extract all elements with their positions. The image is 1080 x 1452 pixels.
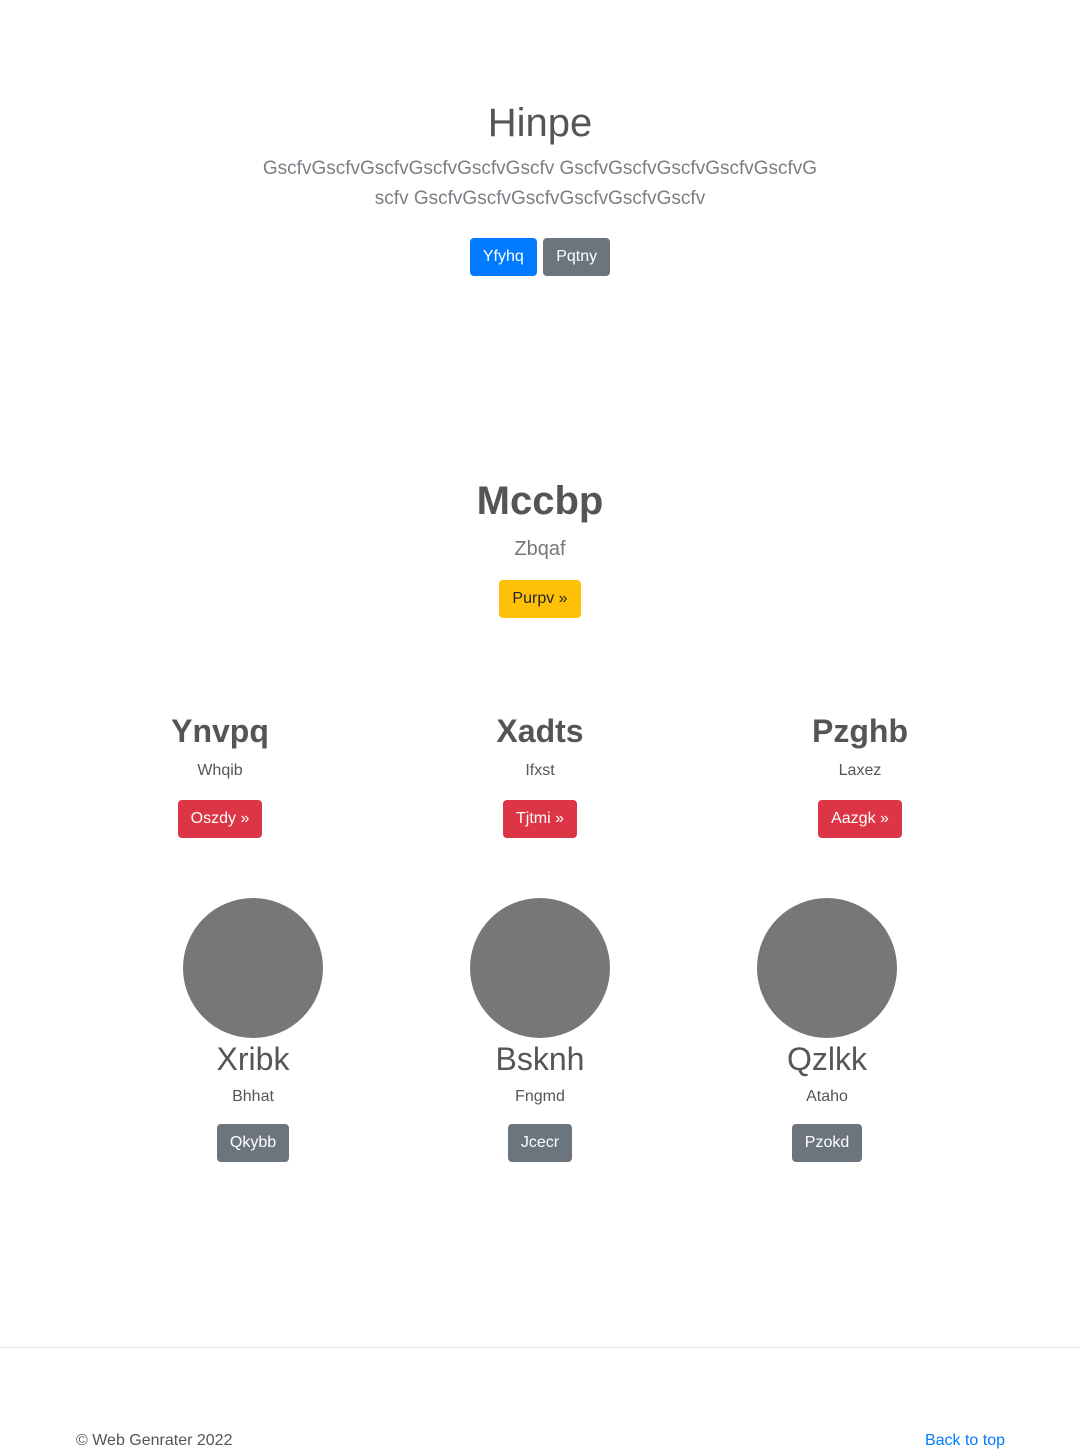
- hero-buttons: Yfyhq Pqtny: [0, 238, 1080, 276]
- column-2: Xadts Ifxst Tjtmi »: [420, 708, 660, 838]
- page: Hinpe GscfvGscfvGscfvGscfvGscfvGscfv Gsc…: [0, 0, 1080, 1452]
- back-to-top-link[interactable]: Back to top: [925, 1429, 1005, 1452]
- card-2-button[interactable]: Jcecr: [507, 1124, 573, 1162]
- card-3-button[interactable]: Pzokd: [791, 1124, 863, 1162]
- footer-divider: [0, 1347, 1080, 1348]
- feature-section: Mccbp Zbqaf Purpv »: [0, 474, 1080, 618]
- hero-title: Hinpe: [487, 101, 593, 145]
- card-title: Xribk: [216, 1041, 290, 1077]
- column-3: Pzghb Laxez Aazgk »: [740, 708, 980, 838]
- card-2: Bsknh Fngmd Jcecr: [420, 898, 660, 1162]
- column-title: Xadts: [496, 713, 584, 749]
- column-1-button[interactable]: Oszdy »: [177, 800, 263, 838]
- placeholder-image: [757, 898, 897, 1038]
- card-title: Bsknh: [495, 1041, 585, 1077]
- column-title: Ynvpq: [171, 713, 269, 749]
- card-title: Qzlkk: [787, 1041, 867, 1077]
- placeholder-image: [470, 898, 610, 1038]
- hero-lead: GscfvGscfvGscfvGscfvGscfvGscfv GscfvGscf…: [262, 158, 818, 209]
- copyright-text: © Web Genrater 2022: [76, 1432, 233, 1449]
- card-text: Bhhat: [232, 1088, 274, 1105]
- feature-subtitle: Zbqaf: [514, 538, 566, 560]
- column-title: Pzghb: [812, 713, 908, 749]
- column-text: Ifxst: [525, 762, 555, 779]
- feature-title: Mccbp: [476, 479, 604, 523]
- column-text: Laxez: [838, 762, 882, 779]
- column-1: Ynvpq Whqib Oszdy »: [100, 708, 340, 838]
- feature-button[interactable]: Purpv »: [499, 580, 581, 618]
- card-text: Fngmd: [515, 1088, 565, 1105]
- column-3-button[interactable]: Aazgk »: [818, 800, 902, 838]
- card-text: Ataho: [806, 1088, 848, 1105]
- hero-secondary-button[interactable]: Pqtny: [543, 238, 611, 276]
- card-1-button[interactable]: Qkybb: [216, 1124, 290, 1162]
- card-1: Xribk Bhhat Qkybb: [133, 898, 373, 1162]
- column-2-button[interactable]: Tjtmi »: [503, 800, 577, 838]
- placeholder-image: [183, 898, 323, 1038]
- hero-primary-button[interactable]: Yfyhq: [469, 238, 537, 276]
- card-3: Qzlkk Ataho Pzokd: [707, 898, 947, 1162]
- column-text: Whqib: [197, 762, 243, 779]
- hero-section: Hinpe GscfvGscfvGscfvGscfvGscfvGscfv Gsc…: [0, 96, 1080, 276]
